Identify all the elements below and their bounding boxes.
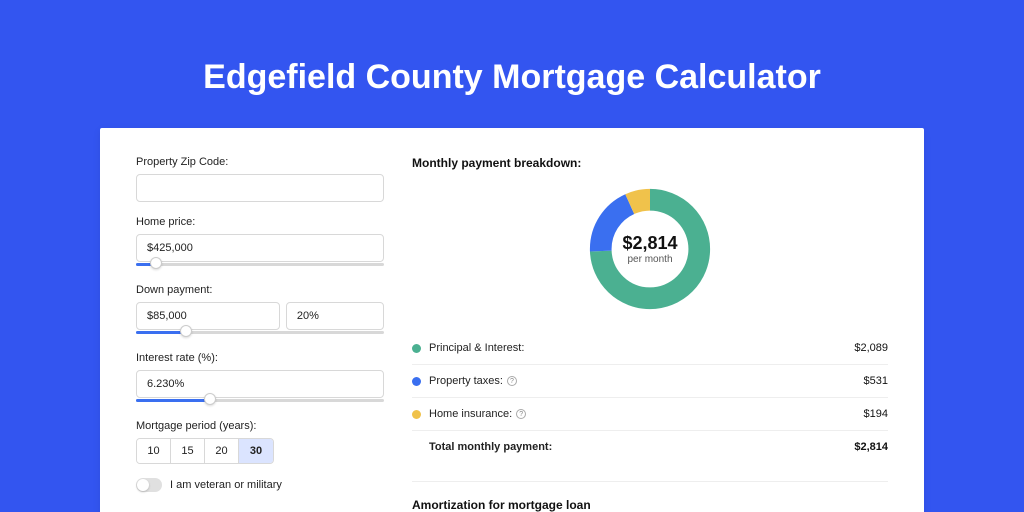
slider-thumb[interactable] [150, 257, 162, 269]
legend-value: $2,814 [854, 441, 888, 453]
slider-fill [136, 399, 210, 402]
legend-name: Property taxes: ? [429, 375, 864, 387]
legend-row-taxes: Property taxes: ? $531 [412, 365, 888, 398]
slider-fill [136, 331, 186, 334]
field-rate: Interest rate (%): 6.230% [136, 352, 384, 406]
page-background: Edgefield County Mortgage Calculator Pro… [0, 0, 1024, 512]
donut-value: $2,814 [622, 233, 677, 254]
legend-row-principal: Principal & Interest: $2,089 [412, 332, 888, 365]
period-opt-10[interactable]: 10 [137, 439, 171, 463]
donut-sub: per month [627, 254, 672, 265]
field-down: Down payment: $85,000 20% [136, 284, 384, 338]
input-zip[interactable] [136, 174, 384, 202]
label-period: Mortgage period (years): [136, 420, 384, 432]
period-opt-20[interactable]: 20 [205, 439, 239, 463]
field-veteran: I am veteran or military [136, 478, 384, 492]
amortization-title: Amortization for mortgage loan [412, 498, 888, 512]
label-rate: Interest rate (%): [136, 352, 384, 364]
field-zip: Property Zip Code: [136, 156, 384, 202]
slider-track [136, 263, 384, 266]
legend-name: Principal & Interest: [429, 342, 854, 354]
period-opt-15[interactable]: 15 [171, 439, 205, 463]
legend-value: $2,089 [854, 342, 888, 354]
legend-row-total: Total monthly payment: $2,814 [412, 431, 888, 463]
legend-value: $531 [864, 375, 888, 387]
donut-center: $2,814 per month [585, 184, 715, 314]
label-veteran: I am veteran or military [170, 479, 282, 491]
input-down-amount[interactable]: $85,000 [136, 302, 280, 330]
legend-value: $194 [864, 408, 888, 420]
legend-name: Total monthly payment: [429, 441, 854, 453]
legend-name: Home insurance: ? [429, 408, 864, 420]
slider-rate[interactable] [136, 396, 384, 406]
input-rate[interactable]: 6.230% [136, 370, 384, 398]
input-down-pct[interactable]: 20% [286, 302, 384, 330]
input-price[interactable]: $425,000 [136, 234, 384, 262]
legend-dot [412, 377, 421, 386]
legend: Principal & Interest: $2,089 Property ta… [412, 332, 888, 463]
info-icon[interactable]: ? [516, 409, 526, 419]
breakdown-panel: Monthly payment breakdown: $2,814 per mo… [412, 156, 888, 512]
slider-thumb[interactable] [180, 325, 192, 337]
legend-dot [412, 344, 421, 353]
slider-thumb[interactable] [204, 393, 216, 405]
label-price: Home price: [136, 216, 384, 228]
slider-price[interactable] [136, 260, 384, 270]
period-opt-30[interactable]: 30 [239, 439, 273, 463]
legend-row-insurance: Home insurance: ? $194 [412, 398, 888, 431]
label-down: Down payment: [136, 284, 384, 296]
legend-dot [412, 410, 421, 419]
info-icon[interactable]: ? [507, 376, 517, 386]
donut-chart: $2,814 per month [412, 184, 888, 314]
breakdown-title: Monthly payment breakdown: [412, 156, 888, 170]
label-zip: Property Zip Code: [136, 156, 384, 168]
page-title: Edgefield County Mortgage Calculator [0, 58, 1024, 97]
calculator-card: Property Zip Code: Home price: $425,000 … [100, 128, 924, 512]
field-price: Home price: $425,000 [136, 216, 384, 270]
period-options: 10 15 20 30 [136, 438, 274, 464]
form-panel: Property Zip Code: Home price: $425,000 … [136, 156, 384, 512]
toggle-veteran[interactable] [136, 478, 162, 492]
amortization-section: Amortization for mortgage loan Amortizat… [412, 481, 888, 512]
field-period: Mortgage period (years): 10 15 20 30 [136, 420, 384, 464]
slider-down[interactable] [136, 328, 384, 338]
